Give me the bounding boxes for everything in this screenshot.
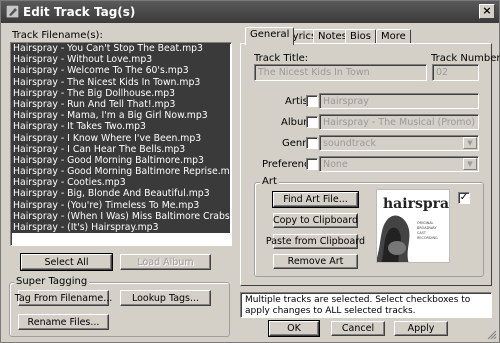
preference-dropdown[interactable]: None ▼: [319, 156, 479, 172]
list-item[interactable]: Hairspray - You Can't Stop The Beat.mp3: [11, 43, 230, 55]
art-checkbox[interactable]: ✓: [458, 192, 470, 204]
genre-checkbox[interactable]: [306, 137, 318, 149]
cover-line-1: ORIGINAL: [417, 221, 434, 225]
super-tagging-title: Super Tagging: [14, 276, 90, 287]
list-item[interactable]: Hairspray - The Nicest Kids In Town.mp3: [11, 76, 230, 88]
list-item[interactable]: Hairspray - Without Love.mp3: [11, 54, 230, 66]
chevron-down-icon[interactable]: ▼: [463, 137, 477, 149]
genre-dropdown[interactable]: soundtrack ▼: [319, 135, 479, 151]
preference-checkbox[interactable]: [306, 158, 318, 170]
rename-files-button[interactable]: Rename Files...: [18, 314, 109, 330]
load-album-button[interactable]: Load Album: [120, 254, 211, 270]
resize-grip-icon[interactable]: [487, 330, 497, 340]
list-item[interactable]: Hairspray - Big, Blonde And Beautiful.mp…: [11, 188, 230, 200]
artist-field[interactable]: Hairspray: [319, 93, 479, 109]
lookup-tags-button[interactable]: Lookup Tags...: [120, 290, 211, 306]
art-group-title: Art: [260, 176, 279, 187]
artist-checkbox[interactable]: [306, 95, 318, 107]
pencil-icon: [6, 5, 19, 18]
chevron-down-icon[interactable]: ▼: [463, 158, 477, 170]
cover-line-2: BROADWAY: [417, 226, 437, 230]
list-item[interactable]: Hairspray - Cooties.mp3: [11, 177, 230, 189]
tag-from-filename-button[interactable]: Tag From Filename...: [15, 290, 112, 306]
paste-from-clipboard-button[interactable]: Paste from Clipboard: [266, 234, 365, 249]
list-item[interactable]: Hairspray - (When I Was) Miss Baltimore …: [11, 210, 231, 222]
tab-general[interactable]: General: [245, 27, 295, 45]
list-item[interactable]: Hairspray - It Takes Two.mp3: [11, 121, 230, 133]
find-art-file-button[interactable]: Find Art File...: [272, 191, 359, 208]
list-item[interactable]: Hairspray - (It's) Hairspray.mp3: [11, 222, 230, 234]
cover-title: hairspray: [383, 196, 450, 212]
hairspray-cover-art: hairspray ORIGINAL BROADWAY CAST RECORDI…: [377, 190, 450, 262]
close-button[interactable]: ×: [479, 4, 495, 19]
track-number-label: Track Number:: [431, 53, 500, 64]
cover-line-3: CAST: [417, 231, 427, 235]
list-item[interactable]: Hairspray - (You're) Timeless To Me.mp3: [11, 199, 230, 211]
ok-button[interactable]: OK: [268, 320, 320, 337]
list-item[interactable]: Hairspray - Good Morning Baltimore Repri…: [11, 166, 231, 178]
remove-art-button[interactable]: Remove Art: [273, 254, 358, 269]
checkmark-icon: ✓: [459, 192, 469, 203]
tab-more[interactable]: More: [376, 29, 411, 44]
list-item[interactable]: Hairspray - Run And Tell That!.mp3: [11, 98, 230, 111]
genre-value: soundtrack: [323, 137, 377, 149]
list-item[interactable]: Hairspray - Good Morning Baltimore.mp3: [11, 154, 230, 167]
cover-line-4: RECORDING: [417, 236, 438, 240]
select-all-button[interactable]: Select All: [20, 253, 113, 271]
album-checkbox[interactable]: [306, 116, 318, 128]
list-item[interactable]: Hairspray - I Know Where I've Been.mp3: [11, 132, 230, 144]
list-item[interactable]: Hairspray - The Big Dollhouse.mp3: [11, 87, 230, 99]
track-number-field[interactable]: 02: [432, 64, 479, 81]
list-item[interactable]: Hairspray - I Can Hear The Bells.mp3: [11, 143, 230, 155]
album-art-image: hairspray ORIGINAL BROADWAY CAST RECORDI…: [376, 189, 450, 263]
track-title-label: Track Title:: [254, 53, 309, 64]
window-title: Edit Track Tag(s): [23, 5, 136, 19]
cancel-button[interactable]: Cancel: [331, 321, 385, 336]
list-item[interactable]: Hairspray - Welcome To The 60's.mp3: [11, 65, 230, 77]
close-icon: ×: [482, 4, 492, 17]
album-field[interactable]: Hairspray - The Musical (Promo): [319, 114, 479, 130]
track-filenames-label: Track Filename(s):: [12, 30, 103, 41]
title-bar[interactable]: Edit Track Tag(s) ×: [1, 1, 499, 23]
edit-track-tags-dialog: Edit Track Tag(s) × Track Filename(s): H…: [0, 0, 500, 343]
preference-value: None: [323, 158, 348, 170]
track-filenames-list[interactable]: Hairspray - You Can't Stop The Beat.mp3 H…: [10, 42, 232, 246]
list-item[interactable]: Hairspray - Mama, I'm a Big Girl Now.mp3: [11, 110, 230, 122]
multi-select-info: Multiple tracks are selected. Select che…: [240, 292, 492, 318]
tab-bios[interactable]: Bios: [345, 29, 376, 44]
apply-button[interactable]: Apply: [394, 321, 448, 336]
track-title-field[interactable]: The Nicest Kids In Town: [254, 64, 427, 81]
copy-to-clipboard-button[interactable]: Copy to Clipboard: [273, 213, 358, 228]
